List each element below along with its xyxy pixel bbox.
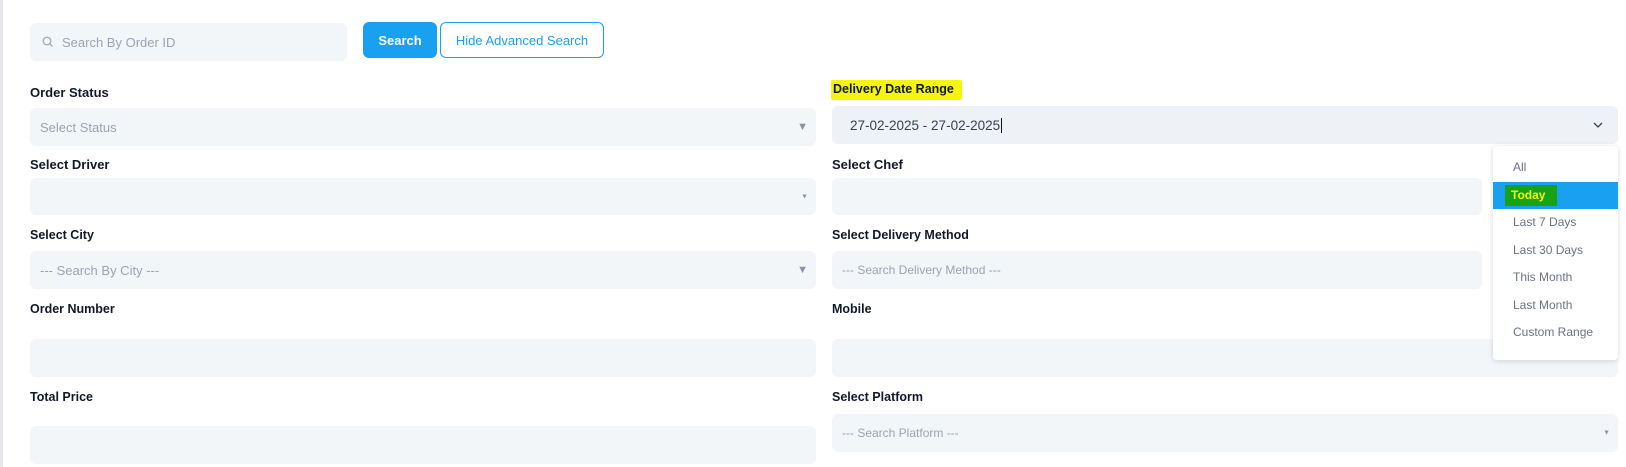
- triangle-down-icon: ▼: [801, 193, 808, 200]
- delivery-date-range-value: 27-02-2025 - 27-02-2025: [850, 117, 1001, 133]
- order-status-select[interactable]: Select Status ▼: [30, 108, 816, 146]
- range-option-label: This Month: [1513, 270, 1573, 284]
- date-range-menu: All Today Last 7 Days Last 30 Days This …: [1493, 146, 1618, 360]
- range-option-last-month[interactable]: Last Month: [1493, 292, 1618, 320]
- select-driver-label: Select Driver: [30, 157, 110, 172]
- range-option-label: Last 7 Days: [1513, 215, 1577, 229]
- range-option-this-month[interactable]: This Month: [1493, 264, 1618, 292]
- select-delivery-method-select[interactable]: --- Search Delivery Method ---: [832, 251, 1482, 289]
- range-option-last-7-days[interactable]: Last 7 Days: [1493, 209, 1618, 237]
- select-platform-select[interactable]: --- Search Platform --- ▼: [832, 414, 1618, 452]
- select-city-select[interactable]: --- Search By City --- ▼: [30, 251, 816, 289]
- search-icon: [42, 36, 53, 47]
- total-price-label: Total Price: [30, 390, 93, 404]
- total-price-input[interactable]: [30, 426, 816, 464]
- triangle-down-icon: ▼: [1603, 429, 1610, 437]
- triangle-down-icon: ▼: [797, 264, 808, 276]
- hide-advanced-search-button[interactable]: Hide Advanced Search: [440, 22, 604, 58]
- range-option-custom-range[interactable]: Custom Range: [1493, 319, 1618, 347]
- order-status-label: Order Status: [30, 85, 109, 100]
- range-option-last-30-days[interactable]: Last 30 Days: [1493, 237, 1618, 265]
- select-driver-select[interactable]: ▼: [30, 178, 816, 215]
- order-status-placeholder: Select Status: [40, 119, 117, 135]
- range-option-label: Last Month: [1513, 297, 1573, 312]
- text-cursor: [1001, 117, 1003, 133]
- triangle-down-icon: ▼: [797, 121, 808, 133]
- search-button[interactable]: Search: [363, 22, 437, 58]
- delivery-date-range-input[interactable]: 27-02-2025 - 27-02-2025: [832, 106, 1618, 144]
- order-id-search-input[interactable]: [60, 33, 324, 51]
- advanced-search-page: Search Hide Advanced Search Order Status…: [0, 0, 1626, 467]
- range-option-today[interactable]: Today: [1493, 181, 1618, 209]
- chevron-down-icon[interactable]: [1592, 119, 1604, 131]
- order-id-search-box[interactable]: [30, 23, 347, 61]
- select-city-label: Select City: [30, 228, 94, 242]
- order-number-input[interactable]: [30, 339, 816, 377]
- range-option-label: Custom Range: [1513, 325, 1594, 339]
- range-option-label: Last 30 Days: [1513, 242, 1584, 257]
- mobile-label: Mobile: [832, 302, 872, 316]
- range-option-all[interactable]: All: [1493, 154, 1618, 182]
- delivery-date-range-label: Delivery Date Range: [831, 80, 962, 100]
- order-number-label: Order Number: [30, 302, 115, 316]
- select-city-placeholder: --- Search By City ---: [40, 262, 160, 278]
- select-platform-placeholder: --- Search Platform ---: [842, 426, 959, 440]
- select-delivery-method-label: Select Delivery Method: [832, 228, 969, 242]
- range-option-label: Today: [1505, 184, 1558, 206]
- select-chef-label: Select Chef: [832, 157, 903, 172]
- select-platform-label: Select Platform: [832, 390, 924, 404]
- select-chef-select[interactable]: [832, 178, 1482, 215]
- select-delivery-method-placeholder: --- Search Delivery Method ---: [842, 263, 1001, 277]
- range-option-label: All: [1513, 160, 1527, 174]
